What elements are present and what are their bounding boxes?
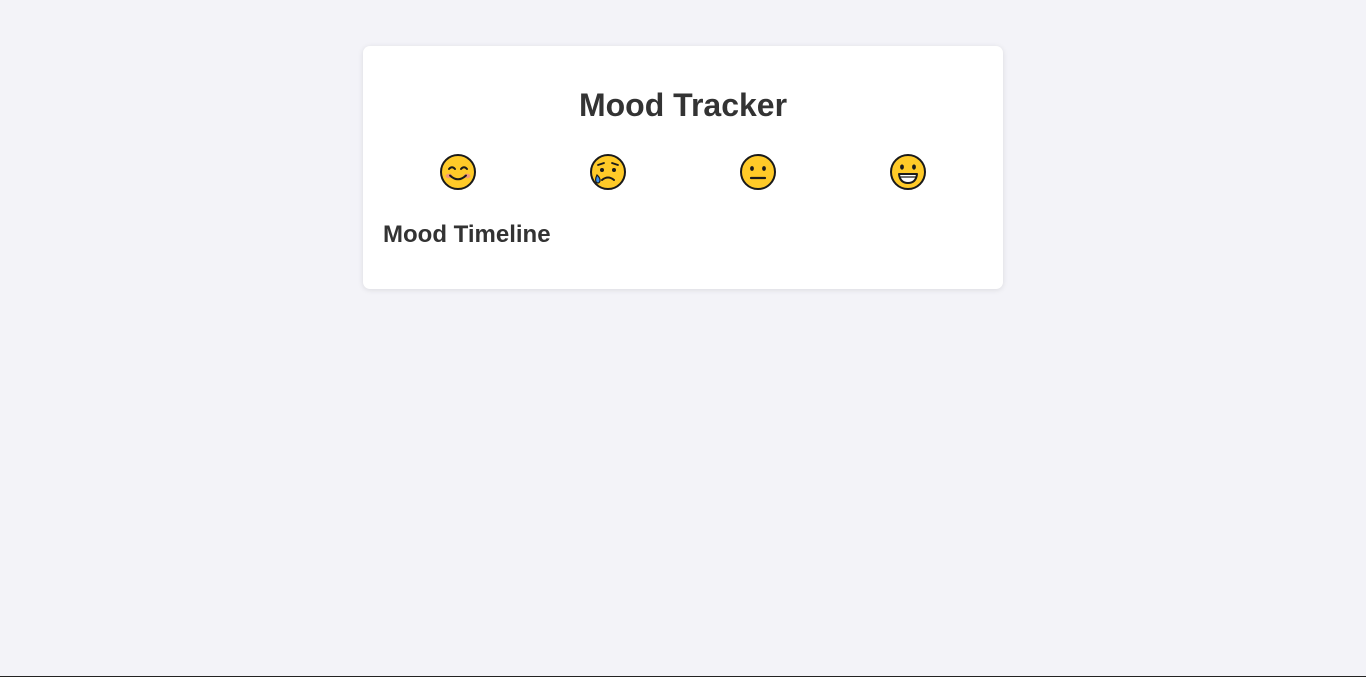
grinning-face-icon — [886, 150, 930, 194]
crying-face-icon — [586, 150, 630, 194]
mood-button-excited[interactable] — [886, 150, 930, 194]
timeline-heading: Mood Timeline — [383, 221, 551, 248]
mood-tracker-card: Mood Tracker Mood Timeline — [363, 46, 1003, 289]
page-title: Mood Tracker — [578, 87, 788, 123]
smiling-face-icon — [436, 150, 480, 194]
mood-selector — [363, 150, 1003, 194]
mood-button-happy[interactable] — [436, 150, 480, 194]
mood-button-sad[interactable] — [586, 150, 630, 194]
mood-button-neutral[interactable] — [736, 150, 780, 194]
neutral-face-icon — [736, 150, 780, 194]
